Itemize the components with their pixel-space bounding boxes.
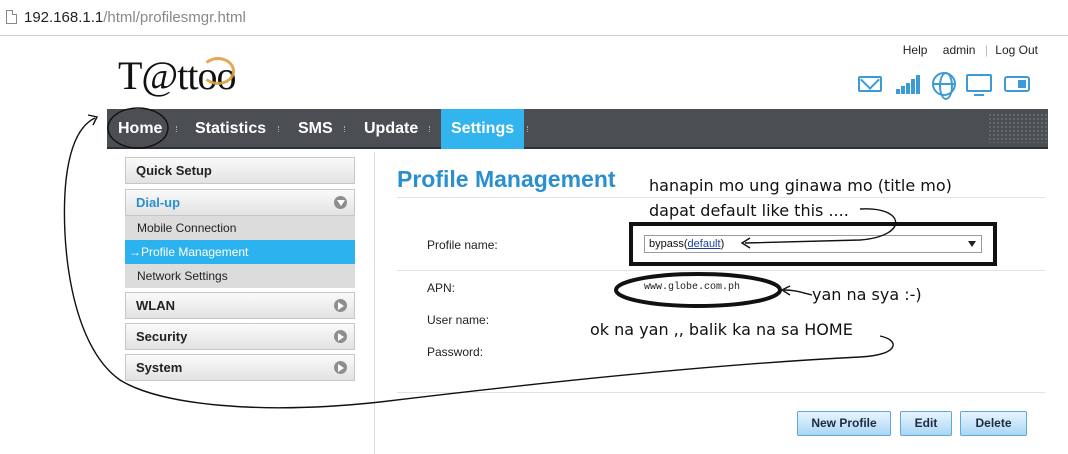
browser-window: 192.168.1.1/html/profilesmgr.html T@ttoo… [0,0,1068,454]
annotation-drawings [63,107,997,409]
annotation-oval-apn [614,272,782,308]
annotation-box [629,222,997,266]
annotation-circle-home [107,107,169,149]
